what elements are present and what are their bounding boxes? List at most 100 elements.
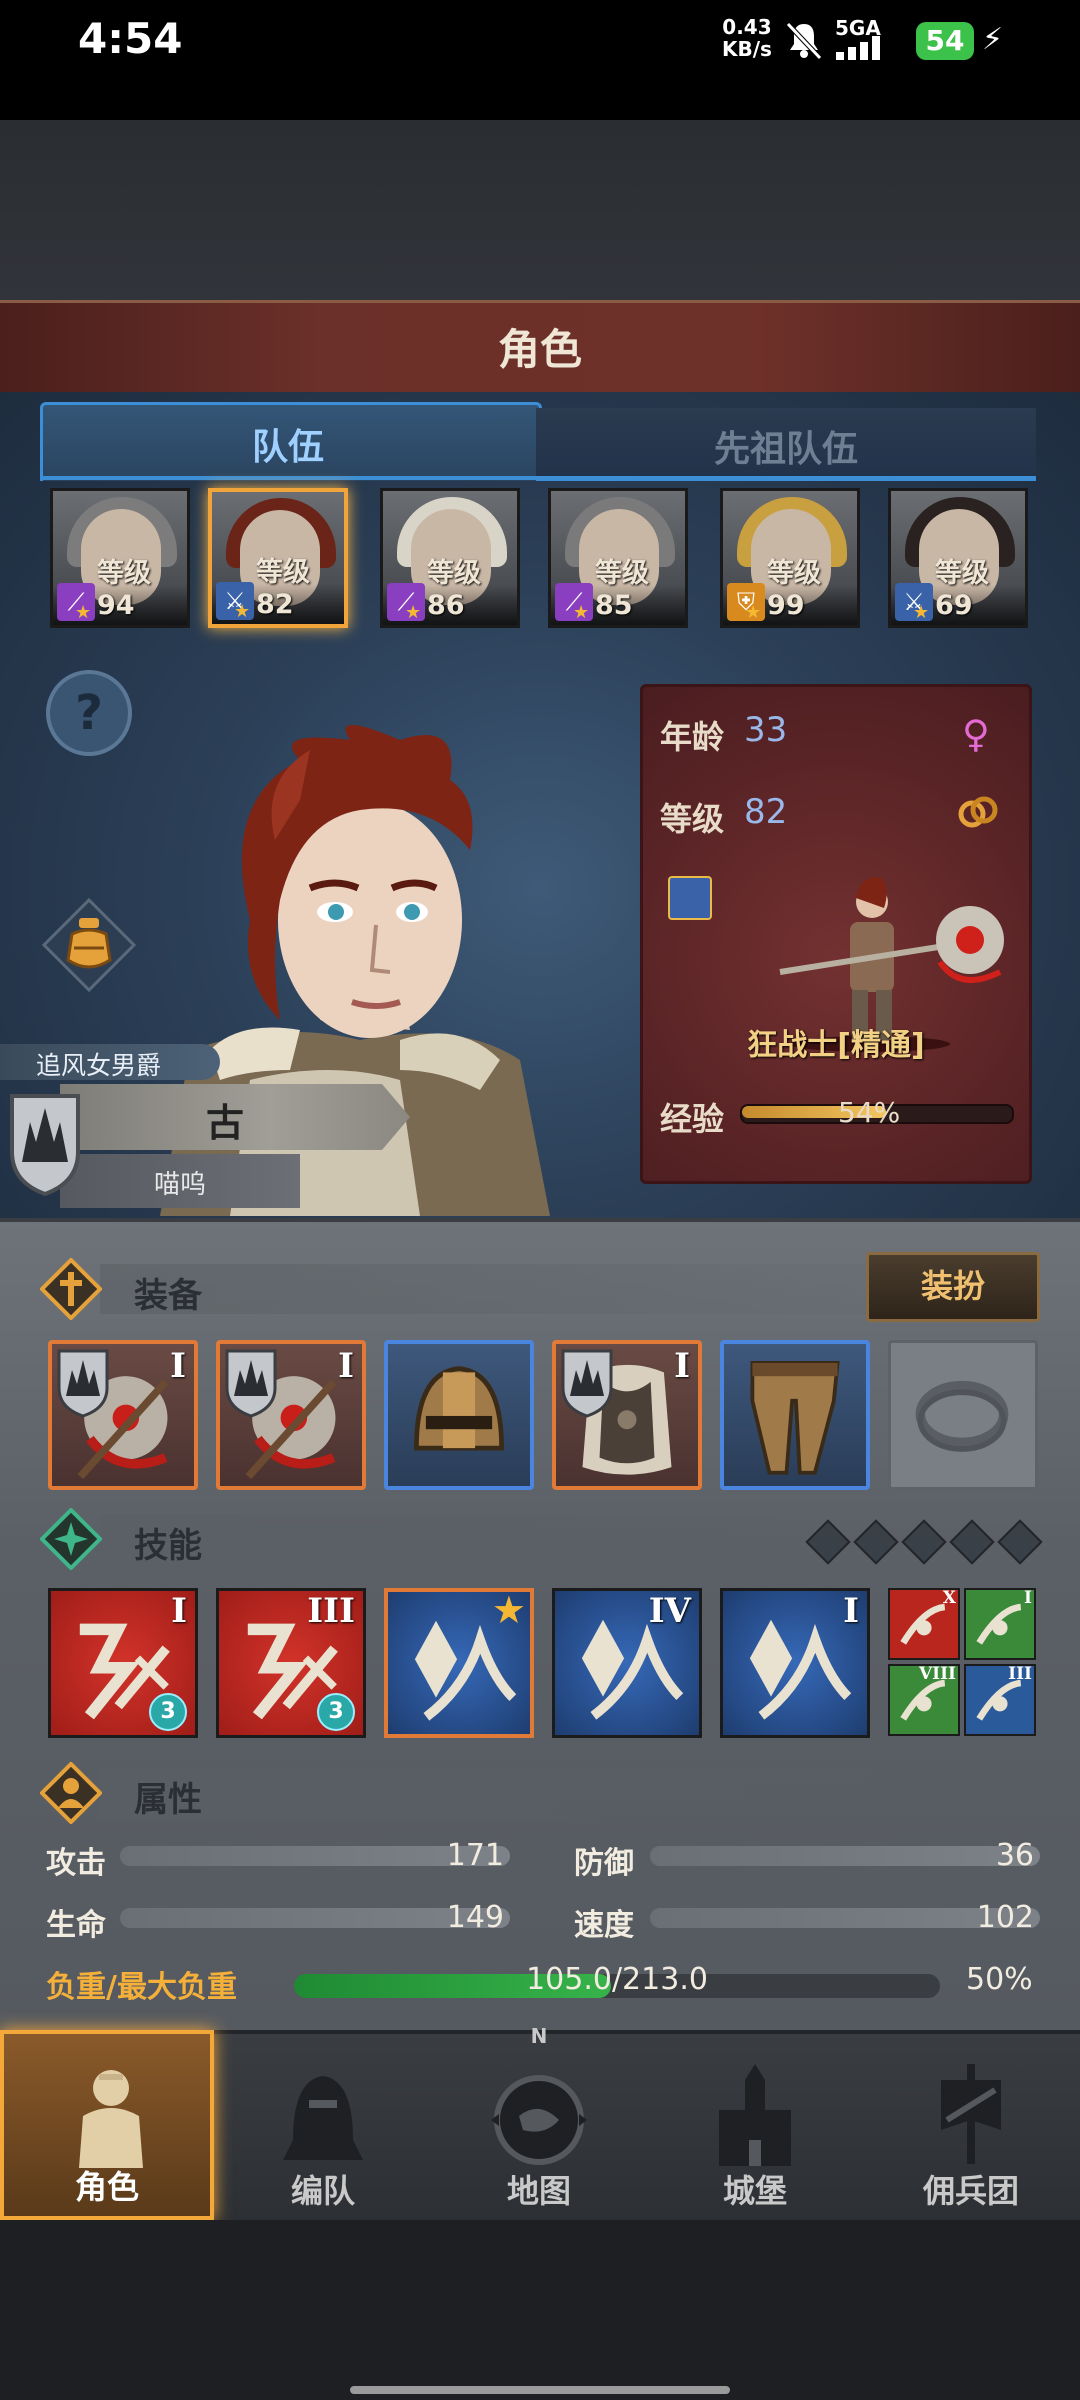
skill-tier: III	[307, 1591, 355, 1631]
nav-item[interactable]: 城堡	[648, 2030, 862, 2220]
party-member-level: 等级82	[256, 557, 310, 620]
passive-skill-slot[interactable]: X	[888, 1588, 960, 1660]
party-member-portrait[interactable]: ⚔ ★ 等级69	[888, 488, 1028, 628]
castle-icon	[705, 2060, 805, 2170]
formation-helmet-icon	[273, 2060, 373, 2170]
nav-label: 角色	[74, 2168, 139, 2206]
rings-icon	[958, 796, 998, 828]
helmet-icon	[388, 1344, 530, 1490]
passive-tier: X	[942, 1588, 956, 1608]
skill-tier: I	[171, 1591, 187, 1631]
skill-slot[interactable]: ★	[384, 1588, 534, 1738]
hero-name: 古	[205, 1101, 244, 1145]
age-label: 年龄	[660, 718, 725, 756]
party-member-portrait[interactable]: ⛨ ★ 等级99	[720, 488, 860, 628]
star-icon: ★	[573, 602, 590, 623]
skill-charge-count: 3	[149, 1693, 187, 1731]
page-title: 角色	[497, 325, 582, 374]
party-member-portrait[interactable]: ⟋ ★ 等级86	[380, 488, 520, 628]
party-member-portrait[interactable]: ⟋ ★ 等级94	[50, 488, 190, 628]
top-backdrop	[0, 120, 1080, 300]
attributes-title: 属性	[134, 1780, 202, 1820]
nav-item[interactable]: N 地图	[432, 2024, 646, 2220]
equipment-slot[interactable]	[888, 1340, 1038, 1490]
passive-tier: III	[1008, 1664, 1032, 1684]
equipment-tier: I	[674, 1346, 690, 1386]
hero-subname: 喵呜	[153, 1170, 206, 1200]
load-label: 负重/最大负重	[46, 1970, 237, 2005]
attack-label: 攻击	[46, 1846, 106, 1881]
nav-item[interactable]: 佣兵团	[864, 2030, 1078, 2220]
nav-item[interactable]: 角色	[0, 2030, 214, 2220]
equipment-slot[interactable]: I	[552, 1340, 702, 1490]
party-member-level: 等级99	[767, 558, 821, 621]
equipment-slot[interactable]	[384, 1340, 534, 1490]
guild-shield-icon	[10, 1094, 80, 1196]
skill-slot[interactable]: I	[720, 1588, 870, 1738]
dress-up-button[interactable]: 装扮	[866, 1252, 1040, 1322]
star-icon: ★	[913, 602, 930, 623]
nav-item[interactable]: 编队	[216, 2030, 430, 2220]
star-icon: ★	[491, 1588, 526, 1632]
nav-label: 城堡	[722, 2172, 787, 2210]
attributes-section-icon	[40, 1762, 102, 1824]
level-value: 82	[744, 792, 788, 832]
leg-armor-icon	[724, 1344, 866, 1490]
battery-indicator: 54	[916, 22, 974, 60]
party-member-level: 等级86	[427, 558, 481, 621]
passive-skill-slot[interactable]: I	[964, 1588, 1036, 1660]
star-icon: ★	[75, 602, 92, 623]
compass-north-label: N	[530, 2024, 548, 2048]
skills-section-icon	[40, 1508, 102, 1570]
equipment-section-icon	[40, 1258, 102, 1320]
skill-slot[interactable]: I3	[48, 1588, 198, 1738]
skill-slot[interactable]: III 3	[216, 1588, 366, 1738]
defense-value: 36	[995, 1838, 1034, 1873]
load-percent: 50%	[966, 1962, 1033, 1997]
ring-icon	[891, 1343, 1035, 1489]
equipment-tier: I	[170, 1346, 186, 1386]
mercenary-banner-icon	[921, 2060, 1021, 2170]
skill-slot[interactable]: IV	[552, 1588, 702, 1738]
party-member-level: 等级94	[97, 558, 151, 621]
home-indicator[interactable]	[350, 2386, 730, 2394]
class-name: 狂战士[精通]	[747, 1028, 925, 1063]
passive-tier: VIII	[918, 1664, 956, 1684]
status-clock: 4:54	[78, 14, 183, 63]
party-member-portrait[interactable]: ⟋ ★ 等级85	[548, 488, 688, 628]
passive-tier: I	[1024, 1588, 1032, 1608]
equipment-tier: I	[338, 1346, 354, 1386]
passive-skill-slot[interactable]: III	[964, 1664, 1036, 1736]
speed-value: 102	[976, 1900, 1034, 1935]
level-label: 等级	[660, 800, 725, 838]
nav-label: 佣兵团	[922, 2172, 1019, 2210]
skill-charge-count: 3	[317, 1693, 355, 1731]
tab-ancestor-team-label[interactable]: 先祖队伍	[536, 420, 1036, 472]
load-value: 105.0/213.0	[526, 1962, 708, 1997]
skills-title: 技能	[134, 1526, 202, 1566]
star-icon: ★	[745, 602, 762, 623]
hp-label: 生命	[46, 1908, 106, 1943]
hero-title-text: 追风女男爵	[36, 1051, 162, 1080]
equipment-slot[interactable]	[720, 1340, 870, 1490]
passive-skill-slot[interactable]: VIII	[888, 1664, 960, 1736]
female-gender-icon: ♀	[962, 712, 990, 756]
equipment-slot[interactable]: I	[216, 1340, 366, 1490]
nav-label: 编队	[290, 2172, 355, 2210]
equipment-slot[interactable]: I	[48, 1340, 198, 1490]
party-member-level: 等级69	[935, 558, 989, 621]
tab-team-label[interactable]: 队伍	[40, 418, 536, 470]
system-bottom-area	[0, 2220, 1080, 2400]
skill-tier: I	[843, 1591, 859, 1631]
exp-label: 经验	[660, 1100, 725, 1138]
charging-icon: ⚡	[982, 22, 1004, 57]
star-icon: ★	[234, 601, 251, 622]
hp-value: 149	[446, 1900, 504, 1935]
party-member-level: 等级85	[595, 558, 649, 621]
compass-map-icon	[489, 2060, 589, 2170]
star-icon: ★	[405, 602, 422, 623]
network-speed-value: 0.43	[722, 15, 772, 39]
skills-header-strip	[100, 1514, 1040, 1564]
party-member-portrait[interactable]: ⚔ ★ 等级82	[208, 488, 348, 628]
nav-label: 地图	[506, 2172, 571, 2210]
